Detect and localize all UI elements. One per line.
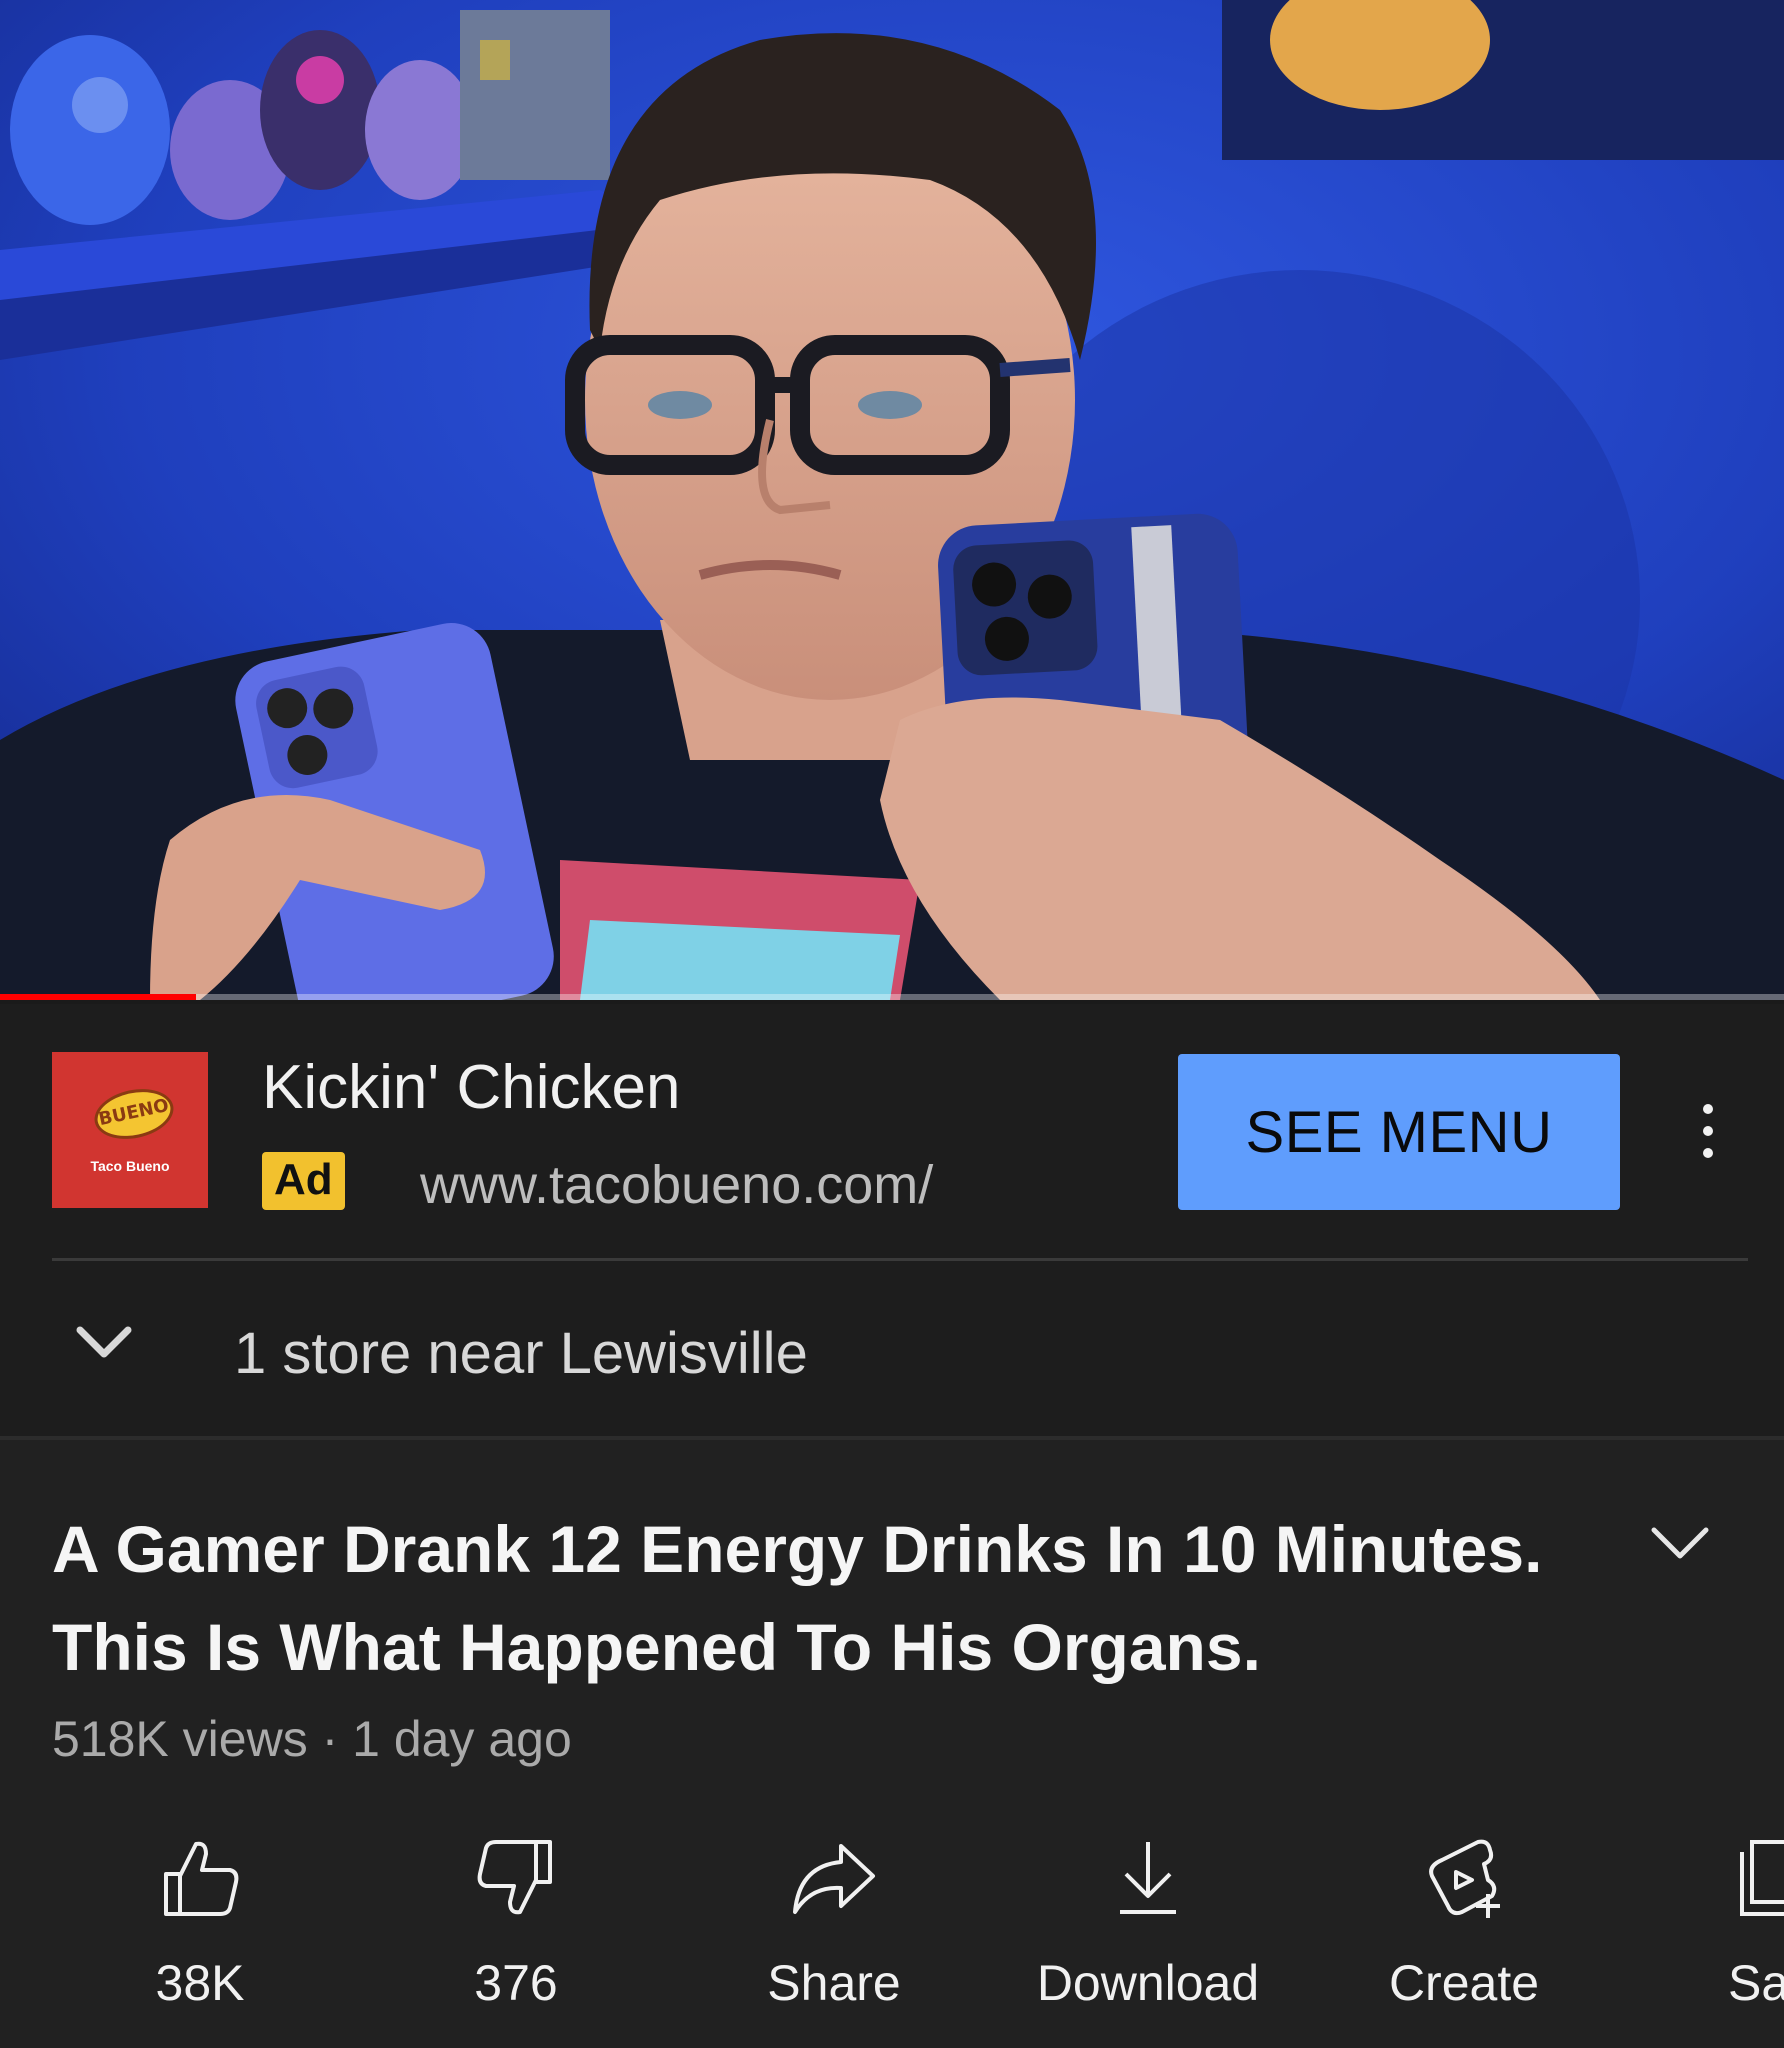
video-progress-bar[interactable] bbox=[0, 994, 1784, 1000]
video-player[interactable] bbox=[0, 0, 1784, 1000]
video-frame-image bbox=[0, 0, 1784, 1000]
action-bar: 38K 376 Share Download Create Sa bbox=[0, 1836, 1784, 2048]
share-icon bbox=[793, 1844, 875, 1914]
ad-badge: Ad bbox=[262, 1152, 345, 1210]
ad-title[interactable]: Kickin' Chicken bbox=[262, 1052, 680, 1123]
video-views-and-date[interactable]: 518K views · 1 day ago bbox=[52, 1710, 572, 1768]
save-icon bbox=[1740, 1840, 1784, 1916]
ad-url[interactable]: www.tacobueno.com/ bbox=[420, 1154, 933, 1216]
see-menu-button[interactable]: SEE MENU bbox=[1178, 1054, 1620, 1210]
share-button[interactable]: Share bbox=[684, 1836, 984, 2048]
video-title[interactable]: A Gamer Drank 12 Energy Drinks In 10 Min… bbox=[52, 1500, 1612, 1696]
more-options-icon[interactable] bbox=[1688, 1104, 1728, 1164]
dislike-button[interactable]: 376 bbox=[366, 1836, 666, 2048]
expand-description-chevron-icon[interactable] bbox=[1648, 1524, 1712, 1564]
thumbs-down-icon bbox=[477, 1840, 552, 1915]
dislike-count: 376 bbox=[474, 1955, 558, 2011]
advertiser-logo[interactable]: BUENO Taco Bueno bbox=[52, 1052, 208, 1208]
ad-divider bbox=[52, 1258, 1748, 1261]
create-button[interactable]: Create bbox=[1314, 1836, 1614, 2048]
download-button[interactable]: Download bbox=[998, 1836, 1298, 2048]
ad-panel: BUENO Taco Bueno Kickin' Chicken Ad www.… bbox=[0, 1004, 1784, 1438]
store-locator-text[interactable]: 1 store near Lewisville bbox=[234, 1320, 808, 1387]
video-info: A Gamer Drank 12 Energy Drinks In 10 Min… bbox=[0, 1440, 1784, 2048]
create-icon bbox=[1429, 1839, 1500, 1918]
thumbs-up-icon bbox=[164, 1841, 239, 1916]
download-icon bbox=[1120, 1842, 1176, 1914]
video-progress-fill bbox=[0, 994, 197, 1000]
expand-stores-chevron-icon[interactable] bbox=[74, 1322, 134, 1362]
download-label: Download bbox=[1036, 1955, 1260, 2011]
save-label: Sa bbox=[1728, 1955, 1784, 2011]
create-label: Create bbox=[1388, 1955, 1540, 2011]
logo-brand-text: Taco Bueno bbox=[90, 1158, 170, 1174]
save-button[interactable]: Sa bbox=[1572, 1836, 1784, 2048]
like-count: 38K bbox=[155, 1955, 245, 2011]
share-label: Share bbox=[767, 1955, 901, 2011]
like-button[interactable]: 38K bbox=[50, 1836, 350, 2048]
logo-bubble-text: BUENO bbox=[96, 1094, 171, 1131]
logo-speech-bubble-icon: BUENO bbox=[89, 1082, 179, 1146]
